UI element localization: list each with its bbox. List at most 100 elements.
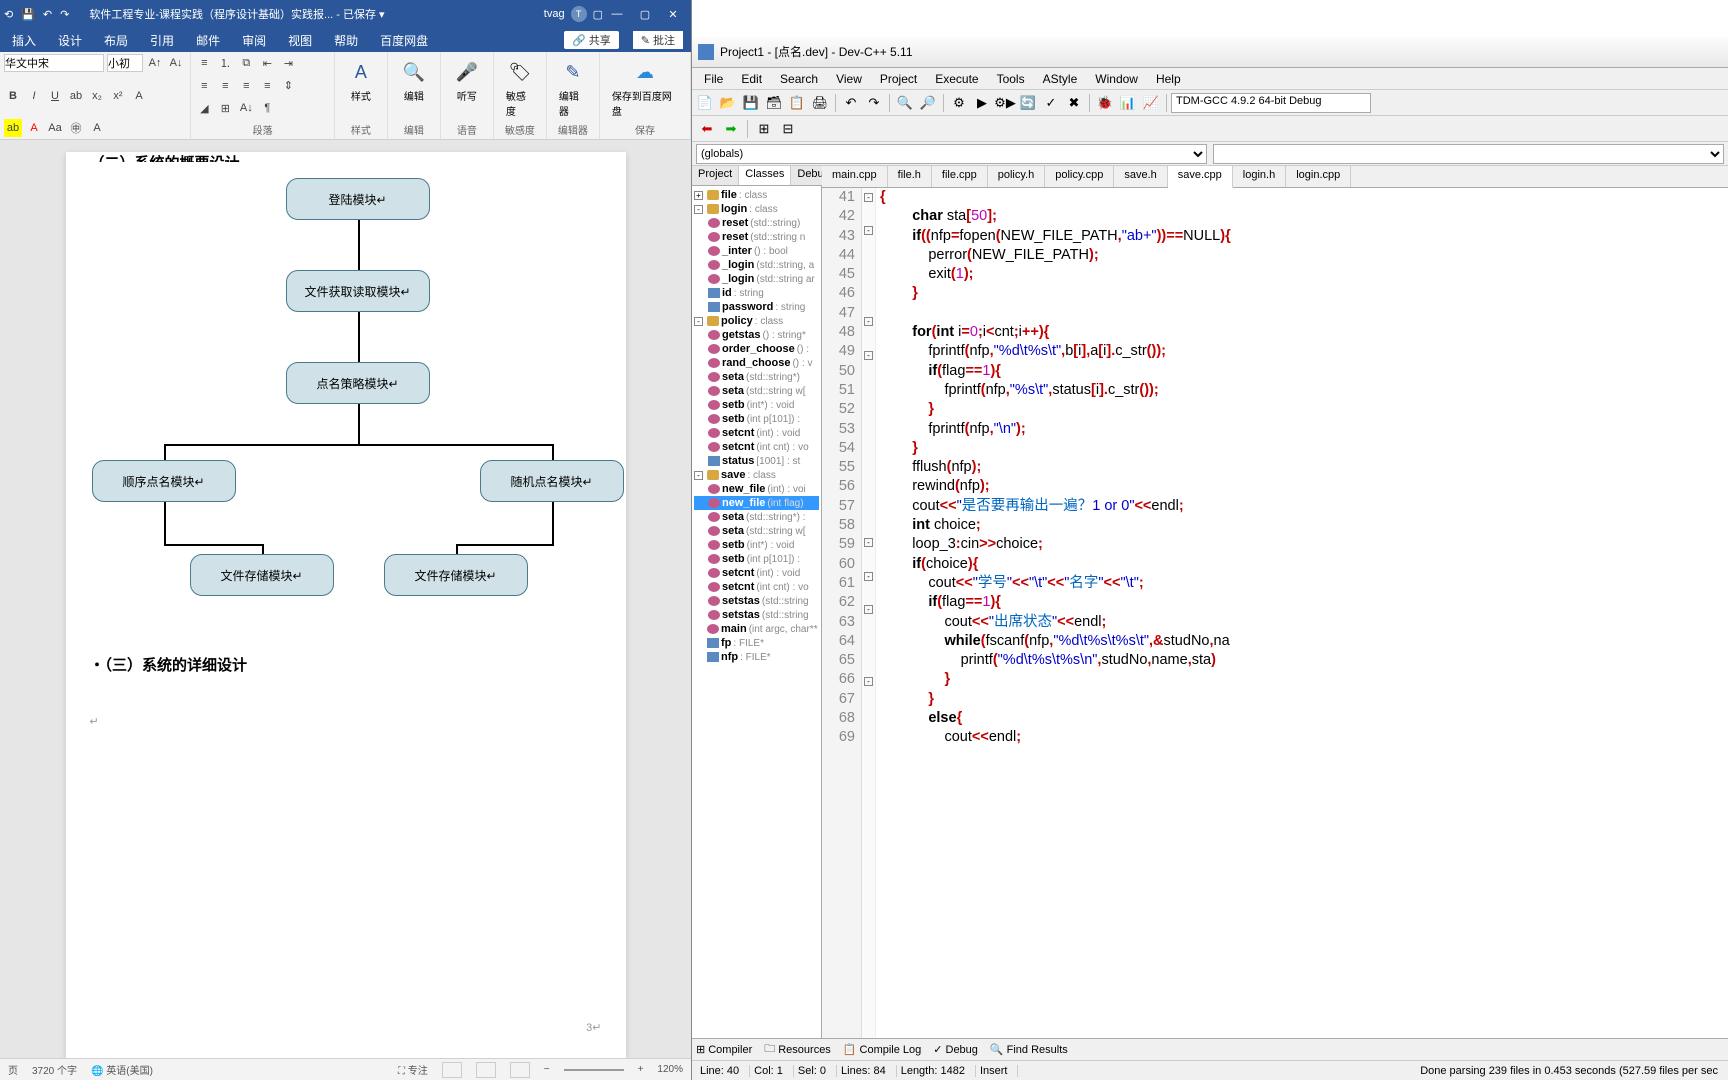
file-tab[interactable]: policy.cpp [1045,166,1114,187]
view-web-icon[interactable] [510,1062,530,1078]
tree-item[interactable]: setcnt (int cnt) : vo [694,580,819,594]
autosave-icon[interactable]: ⟲ [4,8,13,21]
tab-resources[interactable]: 🗀 Resources [764,1040,831,1059]
tree-item[interactable]: - policy : class [694,314,819,328]
tree-item[interactable]: setb (int p[101]) : [694,412,819,426]
tab-classes[interactable]: Classes [739,166,791,185]
node-policy[interactable]: 点名策略模块↵ [286,362,430,404]
tab-help[interactable]: 帮助 [330,30,362,51]
node-random[interactable]: 随机点名模块↵ [480,460,624,502]
strike-icon[interactable]: ab [67,87,85,105]
view-print-icon[interactable] [476,1062,496,1078]
font-size-select[interactable] [107,54,143,72]
tab-view[interactable]: 视图 [284,30,316,51]
multilevel-icon[interactable]: ⧉ [237,54,255,72]
tree-item[interactable]: _login (std::string, a [694,258,819,272]
symbol-select[interactable] [1213,144,1724,164]
tree-item[interactable]: + file : class [694,188,819,202]
profile-icon[interactable]: 📊 [1117,92,1139,114]
menu-view[interactable]: View [828,70,870,88]
tree-item[interactable]: reset (std::string n [694,230,819,244]
rebuild-icon[interactable]: 🔄 [1017,92,1039,114]
tab-layout[interactable]: 布局 [100,30,132,51]
char-shading-icon[interactable]: Aa [46,119,64,137]
node-save1[interactable]: 文件存储模块↵ [190,554,334,596]
focus-mode[interactable]: ⛶ 专注 [398,1062,428,1077]
file-tab[interactable]: login.cpp [1286,166,1351,187]
node-order[interactable]: 顺序点名模块↵ [92,460,236,502]
tree-item[interactable]: setstas (std::string [694,608,819,622]
tree-item[interactable]: setcnt (int) : void [694,426,819,440]
tree-item[interactable]: - save : class [694,468,819,482]
status-page[interactable]: 页 [8,1062,18,1077]
menu-astyle[interactable]: AStyle [1035,70,1086,88]
underline-icon[interactable]: U [46,87,64,105]
class-tree[interactable]: + file : class- login : class reset (std… [692,186,821,1038]
tree-item[interactable]: reset (std::string) [694,216,819,230]
ribbon-mode-icon[interactable]: ▢ [593,8,603,21]
grow-font-icon[interactable]: A↑ [146,54,164,72]
tree-item[interactable]: setb (int*) : void [694,398,819,412]
undo-icon[interactable]: ↶ [840,92,862,114]
numbering-icon[interactable]: ⒈ [216,54,234,72]
menu-execute[interactable]: Execute [927,70,986,88]
user-name[interactable]: tvag [544,8,565,20]
tree-item[interactable]: fp : FILE* [694,636,819,650]
profile2-icon[interactable]: 📈 [1140,92,1162,114]
file-tab[interactable]: main.cpp [822,166,888,187]
tree-item[interactable]: order_choose () : [694,342,819,356]
comment-button[interactable]: ✎ 批注 [633,31,683,49]
tab-find-results[interactable]: 🔍 Find Results [990,1043,1068,1056]
align-right-icon[interactable]: ≡ [237,77,255,95]
goto2-icon[interactable]: ⊟ [777,118,799,140]
superscript-icon[interactable]: x² [109,87,127,105]
compiler-select[interactable]: TDM-GCC 4.9.2 64-bit Debug [1171,93,1371,113]
close-button[interactable]: ✕ [659,8,687,21]
tree-item[interactable]: seta (std::string w[ [694,384,819,398]
tree-item[interactable]: main (int argc, char** [694,622,819,636]
share-button[interactable]: 🔗 共享 [564,31,619,49]
tree-item[interactable]: setb (int p[101]) : [694,552,819,566]
align-left-icon[interactable]: ≡ [195,77,213,95]
redo-icon[interactable]: ↷ [60,8,69,21]
menu-window[interactable]: Window [1087,70,1146,88]
tree-item[interactable]: nfp : FILE* [694,650,819,664]
tab-baidu[interactable]: 百度网盘 [376,30,432,51]
maximize-button[interactable]: ▢ [631,8,659,21]
debug-start-icon[interactable]: 🐞 [1094,92,1116,114]
save-icon[interactable]: 💾 [740,92,762,114]
tree-item[interactable]: seta (std::string*) [694,370,819,384]
new-file-icon[interactable]: 📄 [694,92,716,114]
close-icon[interactable]: 📋 [786,92,808,114]
align-center-icon[interactable]: ≡ [216,77,234,95]
redo-icon[interactable]: ↷ [863,92,885,114]
sensitivity-button[interactable]: 🏷敏感度 [498,54,542,122]
print-icon[interactable]: 🖨 [809,92,831,114]
show-marks-icon[interactable]: ¶ [258,99,276,117]
view-read-icon[interactable] [442,1062,462,1078]
node-login[interactable]: 登陆模块↵ [286,178,430,220]
font-family-select[interactable] [4,54,104,72]
tab-project[interactable]: Project [692,166,739,185]
tree-item[interactable]: rand_choose () : v [694,356,819,370]
baidu-save-button[interactable]: ☁保存到百度网盘 [604,54,686,122]
save-icon[interactable]: 💾 [21,8,35,21]
justify-icon[interactable]: ≡ [258,77,276,95]
tree-item[interactable]: setcnt (int cnt) : vo [694,440,819,454]
menu-file[interactable]: File [696,70,731,88]
text-effects-icon[interactable]: A [130,87,148,105]
shading-icon[interactable]: ◢ [195,99,213,117]
scope-select[interactable]: (globals) [696,144,1207,164]
tree-item[interactable]: seta (std::string w[ [694,524,819,538]
bold-icon[interactable]: B [4,87,22,105]
code-editor[interactable]: 41 42 43 44 45 46 47 48 49 50 51 52 53 5… [822,188,1728,1038]
highlight-icon[interactable]: ab [4,119,22,137]
tree-item[interactable]: _login (std::string ar [694,272,819,286]
subscript-icon[interactable]: x₂ [88,87,106,105]
code-content[interactable]: { char sta[50]; if((nfp=fopen(NEW_FILE_P… [876,188,1728,1038]
goto-icon[interactable]: ⊞ [753,118,775,140]
tree-item[interactable]: getstas () : string* [694,328,819,342]
menu-tools[interactable]: Tools [989,70,1033,88]
bullets-icon[interactable]: ≡ [195,54,213,72]
tree-item[interactable]: _inter () : bool [694,244,819,258]
